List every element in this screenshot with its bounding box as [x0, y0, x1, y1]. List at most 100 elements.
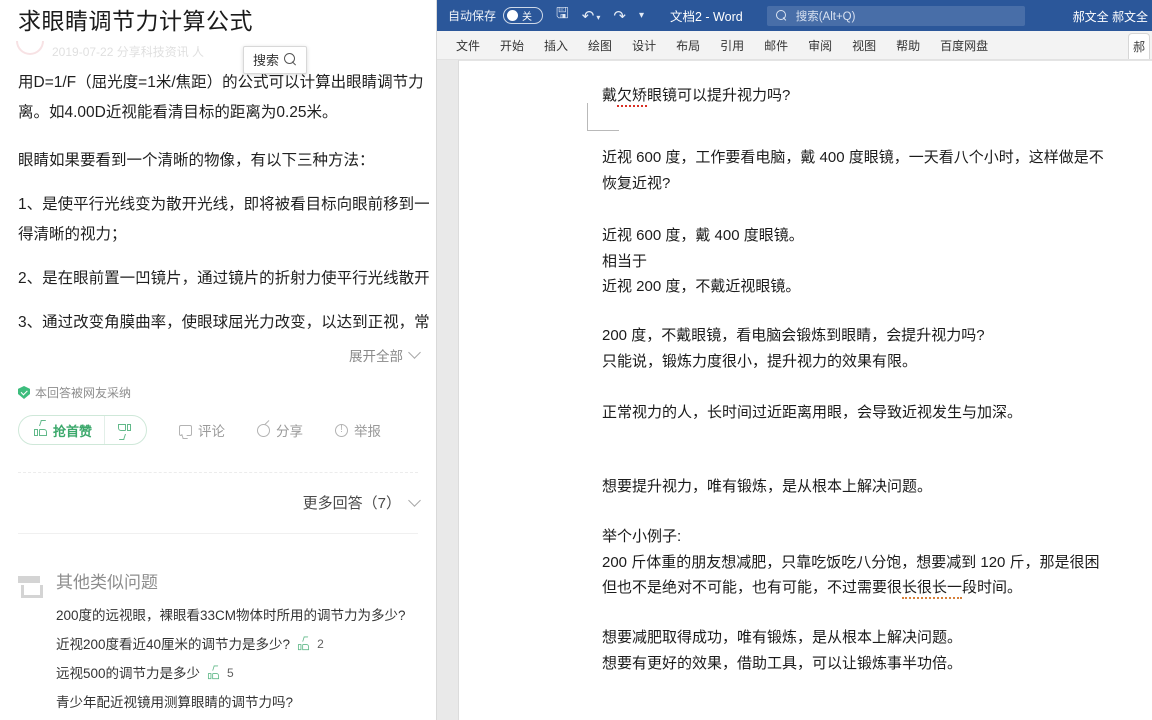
spellcheck-squiggle: 欠矫: [617, 87, 648, 107]
similar-question-text: 青少年配近视镜用测算眼睛的调节力吗?: [56, 695, 294, 710]
tab-references[interactable]: 引用: [710, 31, 754, 60]
report-icon: [335, 423, 349, 437]
comment-label: 评论: [198, 424, 226, 439]
tab-file[interactable]: 文件: [446, 31, 490, 60]
share-icon: [257, 423, 271, 437]
autosave-control[interactable]: 自动保存 关: [448, 7, 544, 24]
adopted-badge-label: 本回答被网友采纳: [35, 386, 132, 400]
document-line: 正常视力的人，长时间过近距离用眼，会导致近视发生与加深。: [602, 404, 1023, 421]
undo-icon[interactable]: ↶ ▾: [582, 7, 601, 25]
more-answers-button[interactable]: 更多回答（7）: [302, 492, 421, 513]
window-edge: [430, 0, 437, 720]
document-line: 想要有更好的效果，借助工具，可以让锻炼事半功倍。: [602, 655, 963, 672]
thumbs-down-icon: [118, 424, 132, 436]
search-input[interactable]: 搜索(Alt+Q): [766, 5, 1025, 26]
document-line: 想要减肥取得成功，唯有锻炼，是从根本上解决问题。: [602, 629, 963, 646]
vote-up-button[interactable]: 抢首赞: [21, 416, 106, 444]
save-icon[interactable]: 🖫: [556, 3, 569, 28]
search-placeholder: 搜索(Alt+Q): [795, 10, 856, 23]
similar-question-text: 200度的远视眼，裸眼看33CM物体时所用的调节力为多少?: [56, 608, 406, 623]
list-item[interactable]: 青少年配近视镜用测算眼睛的调节力吗?: [56, 688, 406, 717]
share-button[interactable]: 分享: [257, 420, 303, 440]
similar-question-count: 2: [317, 637, 324, 651]
search-tooltip[interactable]: 搜索: [243, 46, 308, 74]
document-page[interactable]: 戴欠矫眼镜可以提升视力吗? 近视 600 度，工作要看电脑，戴 400 度眼镜，…: [459, 60, 1152, 720]
document-title: 文档2 - Word: [670, 10, 743, 24]
spellcheck-squiggle: 长很长一: [902, 579, 963, 599]
tab-view[interactable]: 视图: [842, 31, 886, 60]
answer-action-bar: 抢首赞 评论 分享 举报: [18, 415, 381, 445]
report-label: 举报: [354, 424, 382, 439]
word-title-bar: 自动保存 关 🖫 ↶ ▾ ↷ ▾ 文档2 - Word 搜索(Alt+Q) 郝文全…: [437, 0, 1152, 31]
word-window: 自动保存 关 🖫 ↶ ▾ ↷ ▾ 文档2 - Word 搜索(Alt+Q) 郝文全…: [437, 0, 1152, 720]
chevron-down-icon: [408, 346, 421, 359]
thumbs-up-icon: [208, 668, 220, 679]
divider: [18, 472, 418, 473]
document-line: 200 斤体重的朋友想减肥，只靠吃饭吃八分饱，想要减到 120 斤，那是很困: [602, 554, 1100, 571]
tab-home[interactable]: 开始: [490, 31, 534, 60]
search-icon: [775, 10, 787, 21]
autosave-toggle[interactable]: 关: [503, 7, 544, 24]
similar-question-text: 远视500的调节力是多少: [56, 666, 201, 681]
search-tooltip-label: 搜索: [253, 53, 280, 68]
customize-quick-access-icon[interactable]: ▾: [639, 10, 644, 21]
answer-line: 3、通过改变角膜曲率，使眼球屈光力改变，以达到正视，常: [18, 314, 430, 331]
similar-question-count: 5: [227, 666, 234, 680]
document-line: 近视 600 度，戴 400 度眼镜。: [602, 227, 804, 244]
answer-line: 用D=1/F（屈光度=1米/焦距）的公式可以计算出眼睛调节力: [18, 74, 424, 91]
tab-layout[interactable]: 布局: [666, 31, 710, 60]
question-box-icon: [18, 573, 43, 598]
tab-design[interactable]: 设计: [622, 31, 666, 60]
divider: [18, 533, 418, 534]
thumbs-up-icon: [298, 639, 310, 650]
autosave-state-label: 关: [522, 12, 533, 23]
document-line: 恢复近视?: [602, 175, 671, 192]
thumbs-up-icon: [34, 424, 47, 436]
document-left-gutter: [437, 60, 459, 720]
document-line: 举个小例子:: [602, 528, 682, 545]
search-icon: [284, 53, 297, 66]
comment-icon: [179, 424, 193, 436]
more-answers-label: 更多回答（7）: [302, 495, 401, 512]
vote-up-label: 抢首赞: [53, 423, 93, 439]
document-line: 200 度，不戴眼镜，看电脑会锻炼到眼睛，会提升视力吗?: [602, 327, 985, 344]
tab-draw[interactable]: 绘图: [578, 31, 622, 60]
browser-pane: 求眼睛调节力计算公式 2019-07-22 分享科技资讯 人 搜索 用D=1/F…: [0, 0, 437, 720]
comment-button[interactable]: 评论: [179, 420, 225, 440]
answer-line: 离。如4.00D近视能看清目标的距离为0.25米。: [18, 104, 338, 121]
shield-check-icon: [18, 386, 30, 399]
list-item[interactable]: 远视500的调节力是多少 5: [56, 659, 406, 688]
document-line: 戴欠矫眼镜可以提升视力吗?: [602, 83, 790, 109]
expand-all-button[interactable]: 展开全部: [349, 345, 421, 365]
similar-questions-header: 其他类似问题 200度的远视眼，裸眼看33CM物体时所用的调节力为多少? 近视2…: [18, 568, 406, 717]
tab-review[interactable]: 审阅: [798, 31, 842, 60]
vote-pill: 抢首赞: [18, 415, 148, 445]
account-name[interactable]: 郝文全 郝文全: [1073, 8, 1148, 25]
share-label: 分享: [276, 424, 304, 439]
tab-help[interactable]: 帮助: [886, 31, 930, 60]
answer-line: 得清晰的视力；: [18, 226, 127, 243]
answer-line: 2、是在眼前置一凹镜片，通过镜片的折射力使平行光线散开: [18, 270, 430, 287]
adopted-badge: 本回答被网友采纳: [18, 384, 131, 401]
document-line: 想要提升视力，唯有锻炼，是从根本上解决问题。: [602, 478, 933, 495]
redo-icon[interactable]: ↷: [613, 7, 626, 25]
tab-mailings[interactable]: 邮件: [754, 31, 798, 60]
document-line: 近视 200 度，不戴近视眼镜。: [602, 278, 801, 295]
vote-down-button[interactable]: [105, 424, 144, 436]
document-line: 相当于: [602, 253, 648, 270]
similar-question-text: 近视200度看近40厘米的调节力是多少?: [56, 637, 291, 652]
expand-all-label: 展开全部: [349, 349, 403, 364]
answer-line: 眼睛如果要看到一个清晰的物像，有以下三种方法：: [18, 152, 375, 169]
toggle-knob: [507, 10, 519, 21]
autosave-label: 自动保存: [448, 9, 497, 23]
chevron-down-icon: [408, 493, 421, 507]
list-item[interactable]: 近视200度看近40厘米的调节力是多少? 2: [56, 630, 406, 659]
ribbon-overflow-tab[interactable]: 郝: [1128, 33, 1150, 59]
list-item[interactable]: 200度的远视眼，裸眼看33CM物体时所用的调节力为多少?: [56, 601, 406, 630]
tab-insert[interactable]: 插入: [534, 31, 578, 60]
answer-meta-text: 2019-07-22 分享科技资讯 人: [52, 44, 205, 59]
report-button[interactable]: 举报: [335, 420, 381, 440]
tab-baidu-netdisk[interactable]: 百度网盘: [930, 31, 998, 60]
answer-line: 1、是使平行光线变为散开光线，即将被看目标向眼前移到一: [18, 196, 430, 213]
document-line: 只能说，锻炼力度很小，提升视力的效果有限。: [602, 353, 918, 370]
